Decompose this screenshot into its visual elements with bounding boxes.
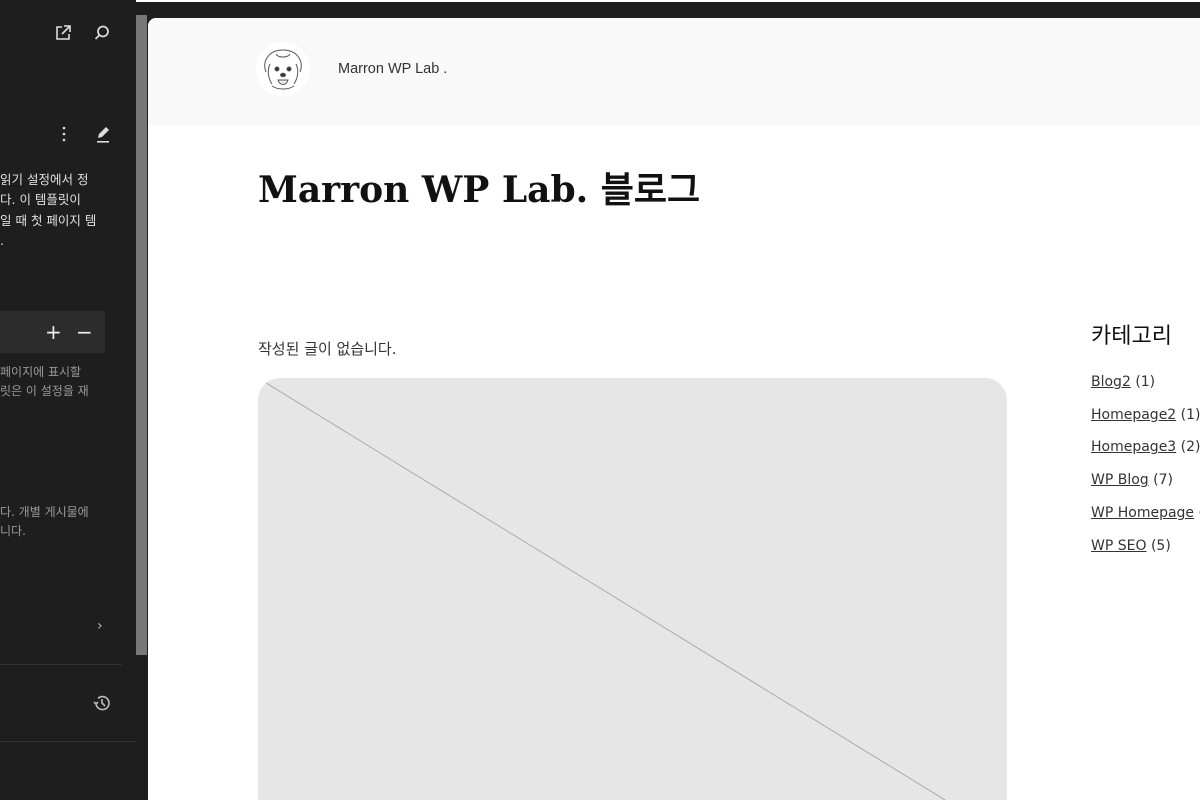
category-count: (1) <box>1180 406 1200 423</box>
pencil-icon[interactable] <box>94 124 112 149</box>
category-link[interactable]: WP SEO <box>1091 538 1147 554</box>
history-icon[interactable] <box>92 693 112 718</box>
template-description-line: 일 때 첫 페이지 템 <box>0 213 97 228</box>
category-count: (7) <box>1153 472 1173 489</box>
page-title: Marron WP Lab. 블로그 <box>258 169 701 211</box>
category-list: Blog2 (1) Homepage2 (1) Homepage3 (2) WP Bl… <box>1091 366 1200 562</box>
editor-canvas: Marron WP Lab . Marron WP Lab. 블로그 작성된 글… <box>148 18 1200 800</box>
site-logo[interactable] <box>256 42 310 96</box>
minus-icon[interactable]: − <box>76 320 93 344</box>
categories-widget: 카테고리 Blog2 (1) Homepage2 (1) Homepage3 (2)… <box>1091 318 1200 562</box>
more-vertical-icon[interactable] <box>58 124 70 149</box>
template-description-line: . <box>0 233 4 248</box>
category-item: WP Homepage (1) <box>1091 497 1200 530</box>
category-link[interactable]: Homepage3 <box>1091 439 1176 455</box>
site-title[interactable]: Marron WP Lab . <box>338 61 447 77</box>
sidebar-scrollbar[interactable] <box>136 15 147 655</box>
posts-per-page-control: + − <box>0 311 105 353</box>
category-link[interactable]: WP Homepage <box>1091 505 1194 521</box>
category-count: (2) <box>1180 439 1200 456</box>
widget-title: 카테고리 <box>1091 324 1172 349</box>
note-line: 다. 개별 게시물에 <box>0 505 89 519</box>
category-item: Homepage2 (1) <box>1091 399 1200 432</box>
no-posts-message: 작성된 글이 없습니다. <box>258 340 397 358</box>
image-placeholder <box>258 378 1007 800</box>
chevron-right-icon[interactable]: › <box>97 616 103 636</box>
panel-help-line: 페이지에 표시할 <box>0 365 82 379</box>
note-line: 니다. <box>0 524 26 538</box>
category-link[interactable]: Homepage2 <box>1091 407 1176 423</box>
category-item: WP Blog (7) <box>1091 464 1200 497</box>
category-item: Homepage3 (2) <box>1091 431 1200 464</box>
divider <box>0 741 136 742</box>
panel-help-line: 릿은 이 설정을 재 <box>0 384 89 398</box>
category-item: Blog2 (1) <box>1091 366 1200 399</box>
category-count: (1) <box>1135 374 1156 390</box>
category-item: WP SEO (5) <box>1091 530 1200 563</box>
search-icon[interactable] <box>93 24 111 47</box>
category-link[interactable]: WP Blog <box>1091 472 1149 488</box>
template-description-line: 읽기 설정에서 정 <box>0 172 89 187</box>
site-header: Marron WP Lab . <box>148 18 1200 125</box>
editor-sidebar: 읽기 설정에서 정 다. 이 템플릿이 일 때 첫 페이지 템 . + − 페이… <box>0 0 136 800</box>
window-top-border <box>0 0 1200 2</box>
divider <box>0 664 122 665</box>
category-link[interactable]: Blog2 <box>1091 374 1131 390</box>
category-count: (5) <box>1150 537 1171 554</box>
template-description-line: 다. 이 템플릿이 <box>0 192 81 207</box>
external-link-icon[interactable] <box>54 24 72 47</box>
plus-icon[interactable]: + <box>45 320 62 344</box>
